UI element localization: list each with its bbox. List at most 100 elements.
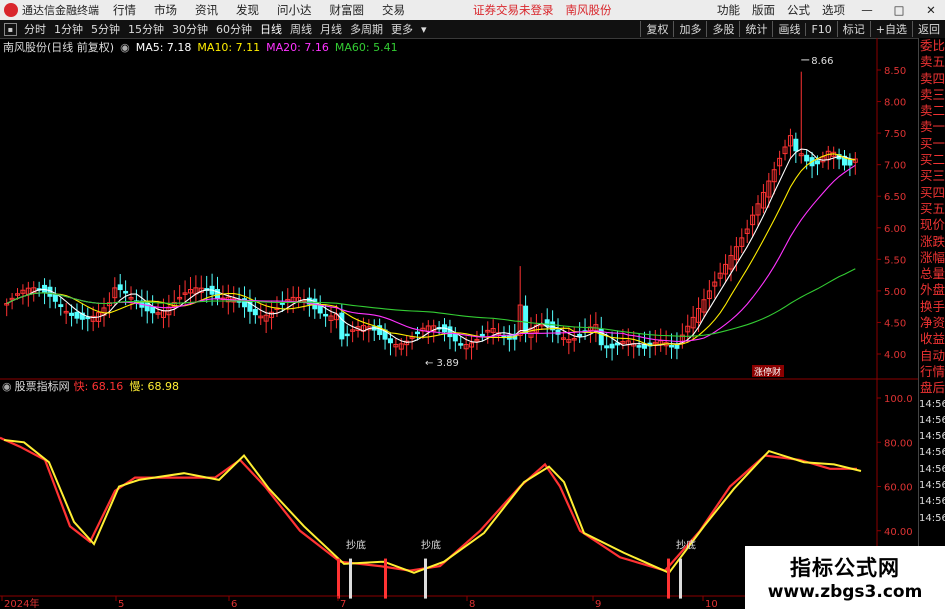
close-button[interactable]: ✕: [921, 3, 941, 17]
watermark-title: 指标公式网: [790, 556, 900, 580]
bottom-signal-label: 抄底: [346, 539, 366, 552]
btn-add-watchlist[interactable]: +自选: [869, 21, 912, 37]
tab-daily[interactable]: 日线: [256, 21, 286, 37]
minimize-button[interactable]: —: [857, 3, 877, 17]
indicator-tick-label: 100.0: [884, 394, 913, 405]
btn-multi-stock[interactable]: 多股: [706, 21, 739, 37]
quote-label: 收益: [919, 331, 945, 347]
bottom-signal-label: 抄底: [421, 539, 441, 552]
price-tick-label: 5.50: [884, 255, 906, 266]
quote-label: 买二: [919, 152, 945, 168]
quote-label: 14:56: [919, 496, 945, 508]
menu-function[interactable]: 功能: [717, 2, 740, 18]
candlestick-series: [4, 71, 858, 361]
tab-30min[interactable]: 30分钟: [168, 21, 212, 37]
dropdown-arrow-icon[interactable]: ▾: [417, 23, 431, 36]
quote-label: 卖三: [919, 86, 945, 102]
btn-stats[interactable]: 统计: [739, 21, 772, 37]
watermark: 指标公式网 www.zbgs3.com: [745, 546, 945, 609]
quote-label: 外盘: [919, 282, 945, 298]
btn-adjust[interactable]: 复权: [640, 21, 673, 37]
moving-average-lines: [6, 148, 856, 347]
btn-f10[interactable]: F10: [805, 22, 836, 36]
period-toolbar: ▪ 分时 1分钟 5分钟 15分钟 30分钟 60分钟 日线 周线 月线 多周期…: [0, 20, 945, 39]
date-tick-label: 6: [231, 599, 237, 609]
tab-timeshare[interactable]: 分时: [20, 21, 50, 37]
tab-1min[interactable]: 1分钟: [50, 21, 87, 37]
high-price-label: 8.66: [811, 56, 833, 67]
quote-label: 行情: [919, 363, 945, 379]
quote-label: 自动: [919, 347, 945, 363]
quote-label: 买一: [919, 135, 945, 151]
chart-area[interactable]: 抄底 抄底 抄底 8.50 8.00 7.50 7.00 6.50 6.00 5.50 5.00 4…: [0, 38, 918, 609]
quote-label: 盘后: [919, 380, 945, 396]
quote-label: 涨跌: [919, 233, 945, 249]
quote-label: 买三: [919, 168, 945, 184]
login-status[interactable]: 证券交易未登录: [473, 2, 554, 18]
menu-item-news[interactable]: 资讯: [195, 2, 218, 18]
bottom-signal-label: 抄底: [676, 539, 696, 552]
menu-layout[interactable]: 版面: [752, 2, 775, 18]
quote-label: 买四: [919, 184, 945, 200]
limit-up-tag: 涨停财: [754, 366, 781, 378]
price-tick-label: 7.50: [884, 129, 906, 140]
quote-label: 卖四: [919, 70, 945, 86]
quote-label: 换手: [919, 298, 945, 314]
indicator-tick-label: 60.00: [884, 483, 913, 494]
date-tick-label: 7: [340, 599, 346, 609]
btn-overlay[interactable]: 加多: [673, 21, 706, 37]
tab-15min[interactable]: 15分钟: [124, 21, 168, 37]
menu-item-quotes[interactable]: 行情: [113, 2, 136, 18]
menu-item-market[interactable]: 市场: [154, 2, 177, 18]
quote-label: 卖二: [919, 103, 945, 119]
price-tick-label: 7.00: [884, 161, 906, 172]
menu-item-discover[interactable]: 发现: [236, 2, 259, 18]
quote-label: 14:56: [919, 447, 945, 459]
indicator-tick-label: 80.00: [884, 438, 913, 449]
date-tick-label: 5: [118, 599, 124, 609]
quote-label: 涨幅: [919, 249, 945, 265]
quote-label: 现价: [919, 217, 945, 233]
quote-label: 净资: [919, 315, 945, 331]
tab-weekly[interactable]: 周线: [286, 21, 316, 37]
menu-options[interactable]: 选项: [822, 2, 845, 18]
menu-item-trade[interactable]: 交易: [382, 2, 405, 18]
date-tick-label: 8: [469, 599, 475, 609]
slow-line-value: 慢: 68.98: [129, 380, 180, 393]
panel-toggle-icon[interactable]: ▪: [4, 22, 17, 36]
price-tick-label: 8.50: [884, 66, 906, 77]
app-logo-icon: [4, 3, 18, 17]
btn-draw[interactable]: 画线: [772, 21, 805, 37]
quote-label: 买五: [919, 200, 945, 216]
price-tick-label: 4.50: [884, 318, 906, 329]
tab-monthly[interactable]: 月线: [316, 21, 346, 37]
sub-settings-icon[interactable]: ◉: [2, 380, 12, 393]
menu-item-ask[interactable]: 问小达: [277, 2, 312, 18]
oscillator-lines: 抄底 抄底 抄底: [0, 436, 862, 599]
price-tick-label: 6.50: [884, 192, 906, 203]
menu-item-wealth[interactable]: 财富圈: [330, 2, 365, 18]
btn-mark[interactable]: 标记: [836, 21, 870, 37]
indicator-tick-label: 40.00: [884, 527, 913, 538]
price-tick-label: 5.00: [884, 287, 906, 298]
quote-side-panel: 委比 卖五 卖四 卖三 卖二 卖一 买一 买二 买三 买四 买五 现价 涨跌 涨幅 总量 外盘 换手 净资 收益 自动…: [918, 38, 945, 609]
btn-back[interactable]: 返回: [912, 21, 945, 37]
price-tick-label: 6.00: [884, 224, 906, 235]
price-tick-label: 4.00: [884, 350, 906, 361]
sub-chart-info: ◉ 股票指标网 快: 68.16 慢: 68.98: [2, 379, 180, 394]
watermark-url: www.zbgs3.com: [767, 582, 923, 602]
quote-label: 委比: [919, 38, 945, 53]
tab-60min[interactable]: 60分钟: [212, 21, 256, 37]
maximize-button[interactable]: □: [889, 3, 909, 17]
low-price-label: ← 3.89: [425, 358, 459, 369]
tab-5min[interactable]: 5分钟: [87, 21, 124, 37]
menu-formula[interactable]: 公式: [787, 2, 810, 18]
tab-more[interactable]: 更多: [387, 21, 417, 37]
price-tick-label: 8.00: [884, 98, 906, 109]
tab-multi-period[interactable]: 多周期: [346, 21, 387, 37]
date-tick-label: 10: [705, 599, 718, 609]
quote-label: 卖一: [919, 119, 945, 135]
quote-label: 14:56: [919, 463, 945, 475]
date-tick-label: 2024年: [4, 597, 39, 609]
menu-bar: 通达信金融终端 行情 市场 资讯 发现 问小达 财富圈 交易 证券交易未登录 南…: [0, 0, 945, 20]
